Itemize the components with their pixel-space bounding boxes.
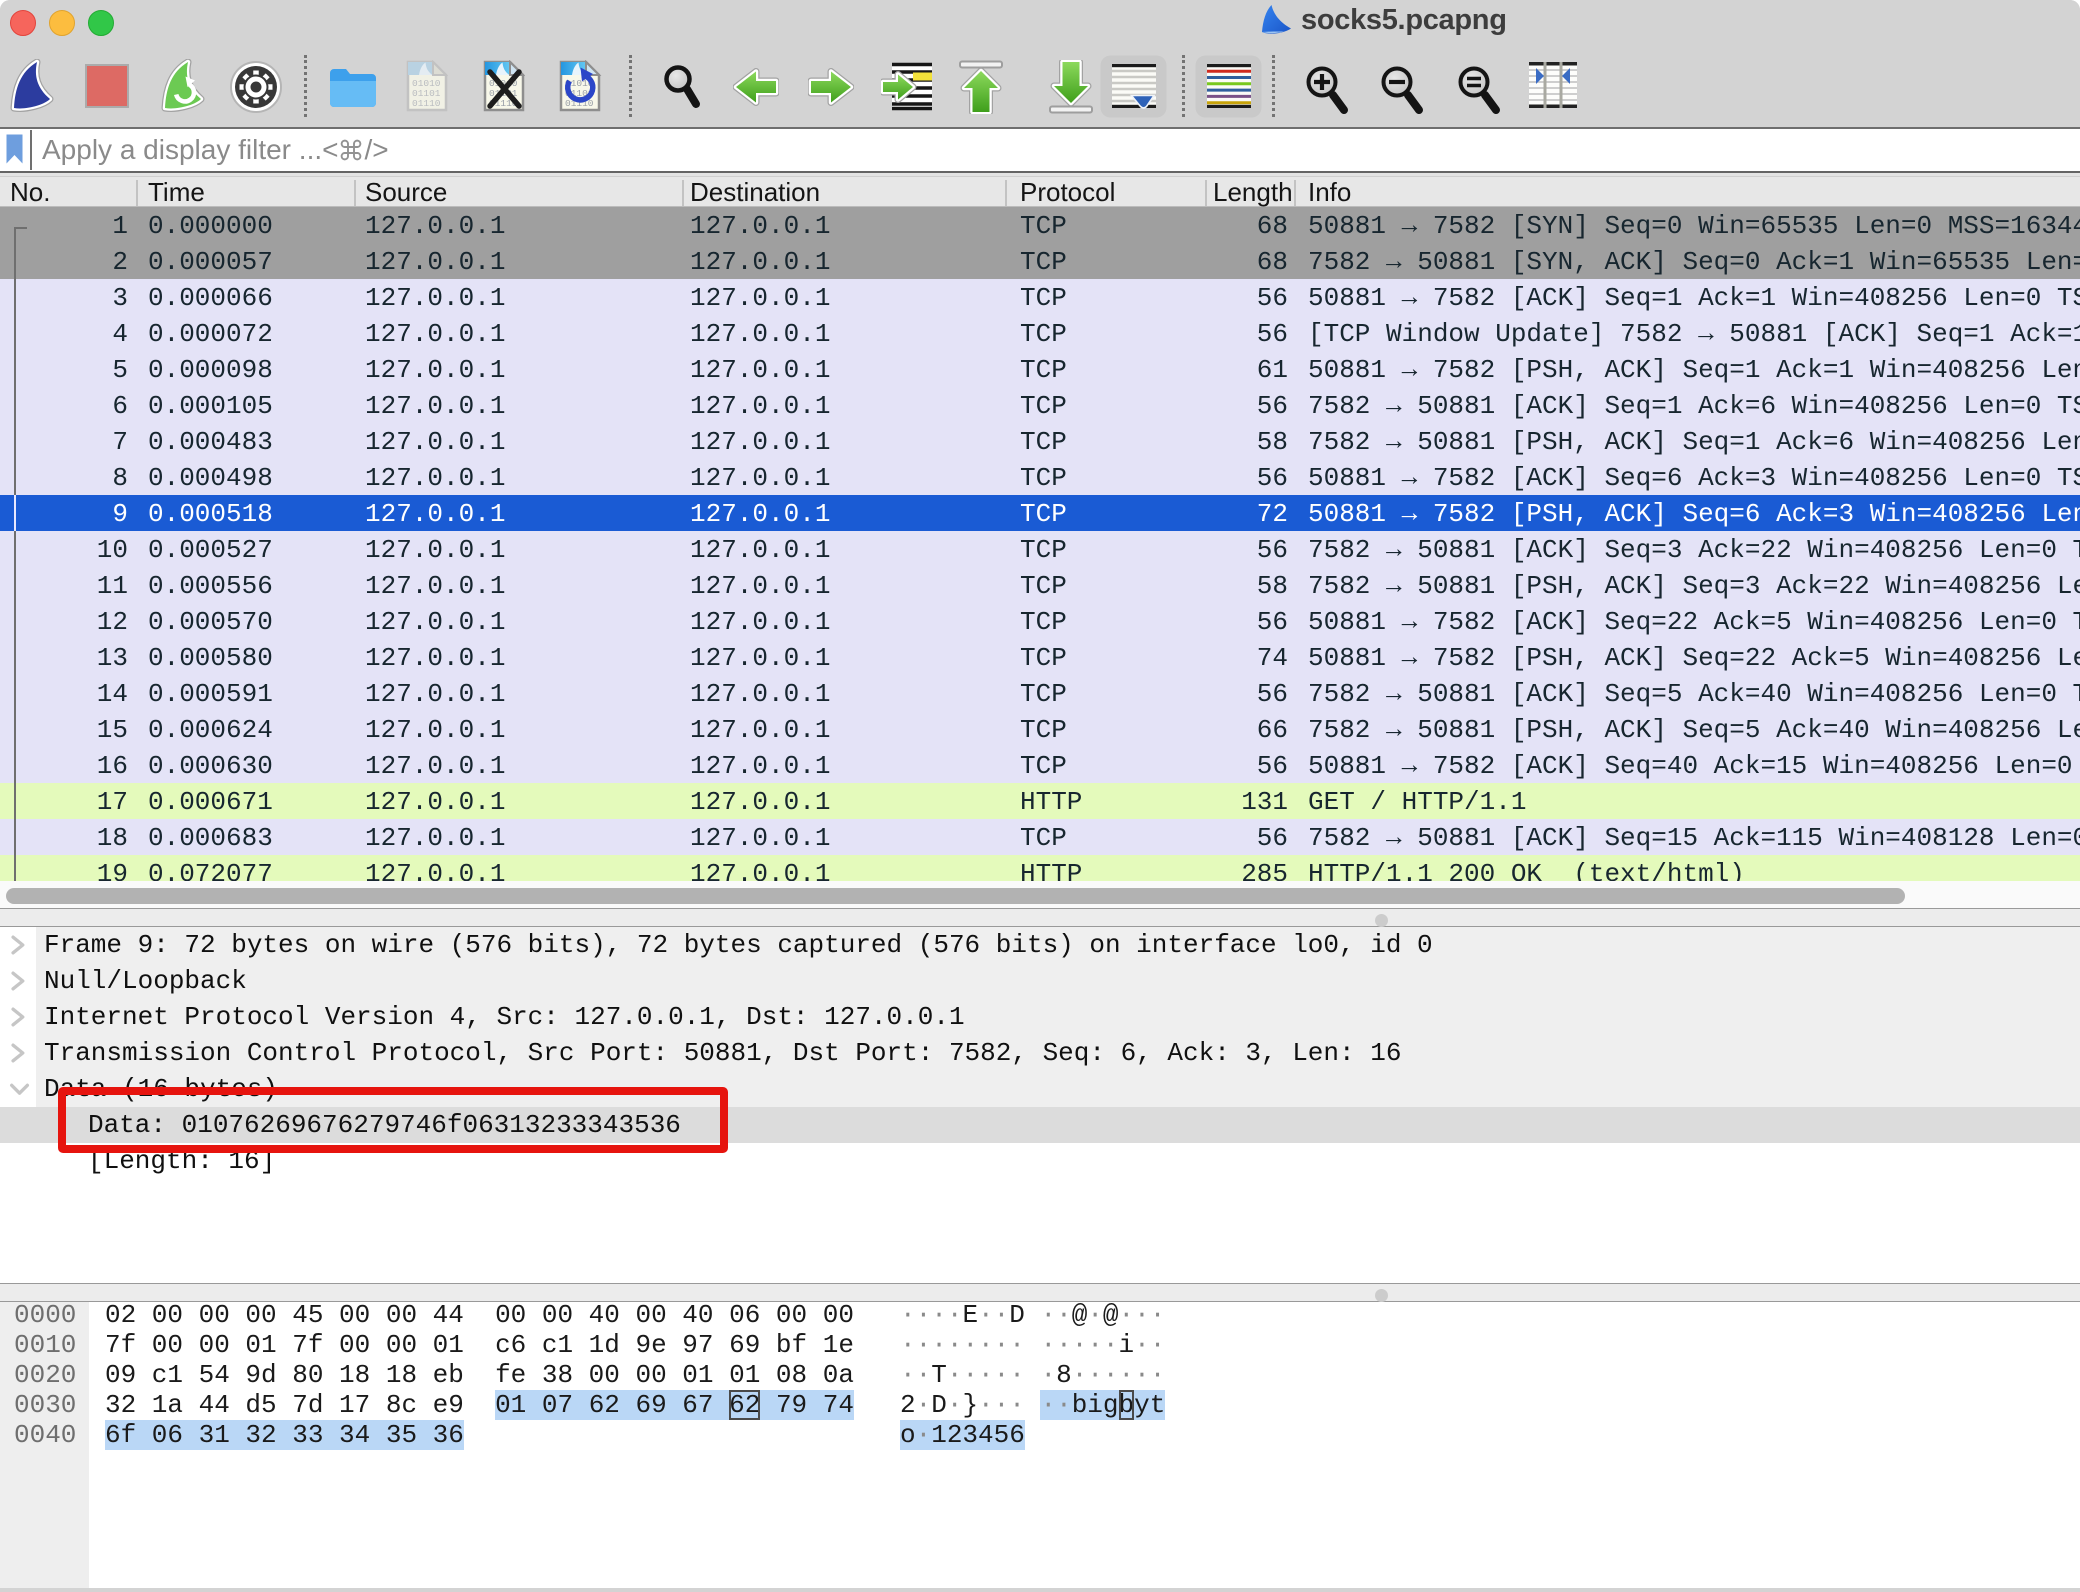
svg-text:01110: 01110 <box>412 98 441 109</box>
